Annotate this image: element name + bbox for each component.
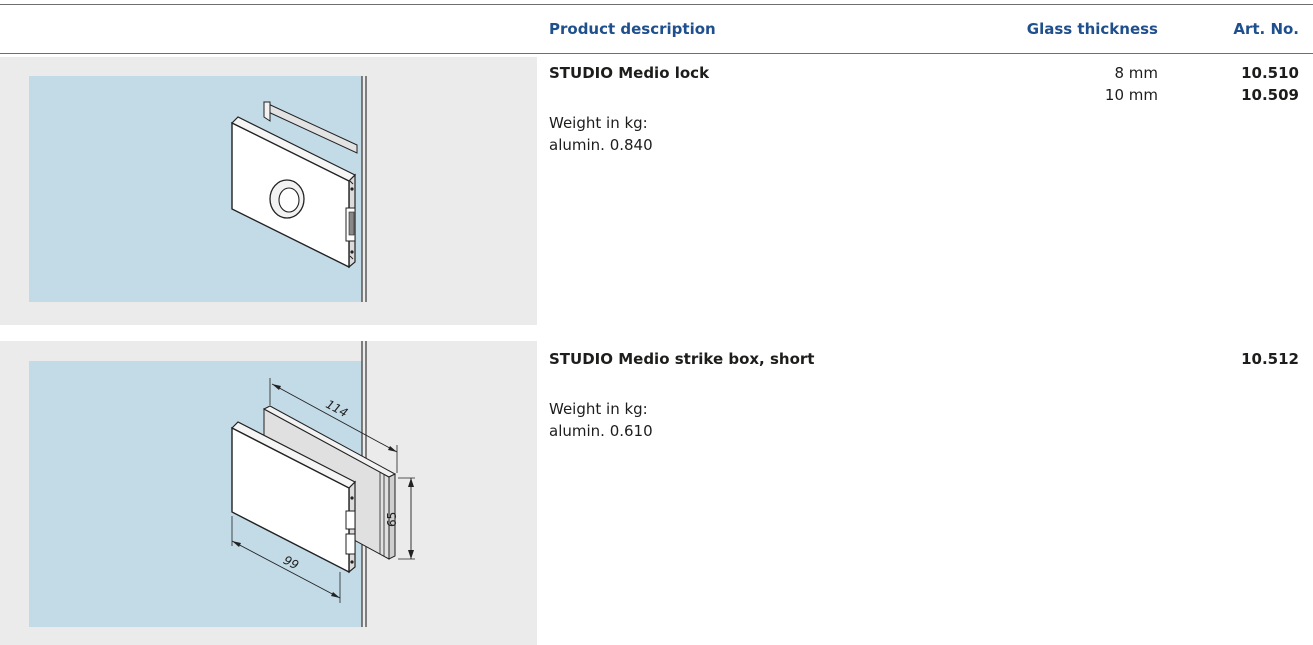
header-art-no: Art. No. [1233,20,1299,38]
weight-value: alumin. 0.610 [549,422,653,440]
art-number: 10.509 [1241,86,1299,104]
weight-value: alumin. 0.840 [549,136,653,154]
weight-label: Weight in kg: [549,400,648,418]
dimension-height: 65 [385,512,399,527]
glass-thickness-value: 8 mm [1114,64,1158,82]
header-glass-thickness: Glass thickness [1026,20,1158,38]
art-number: 10.510 [1241,64,1299,82]
header-product-description: Product description [549,20,716,38]
product-image-medio-strike-box: 114 65 99 [0,341,537,645]
glass-thickness-value: 10 mm [1104,86,1158,104]
top-rule [0,4,1313,5]
art-number: 10.512 [1241,350,1299,368]
product-image-medio-lock [0,57,537,325]
product-title: STUDIO Medio strike box, short [549,350,815,368]
product-title: STUDIO Medio lock [549,64,710,82]
header-rule [0,53,1313,54]
weight-label: Weight in kg: [549,114,648,132]
